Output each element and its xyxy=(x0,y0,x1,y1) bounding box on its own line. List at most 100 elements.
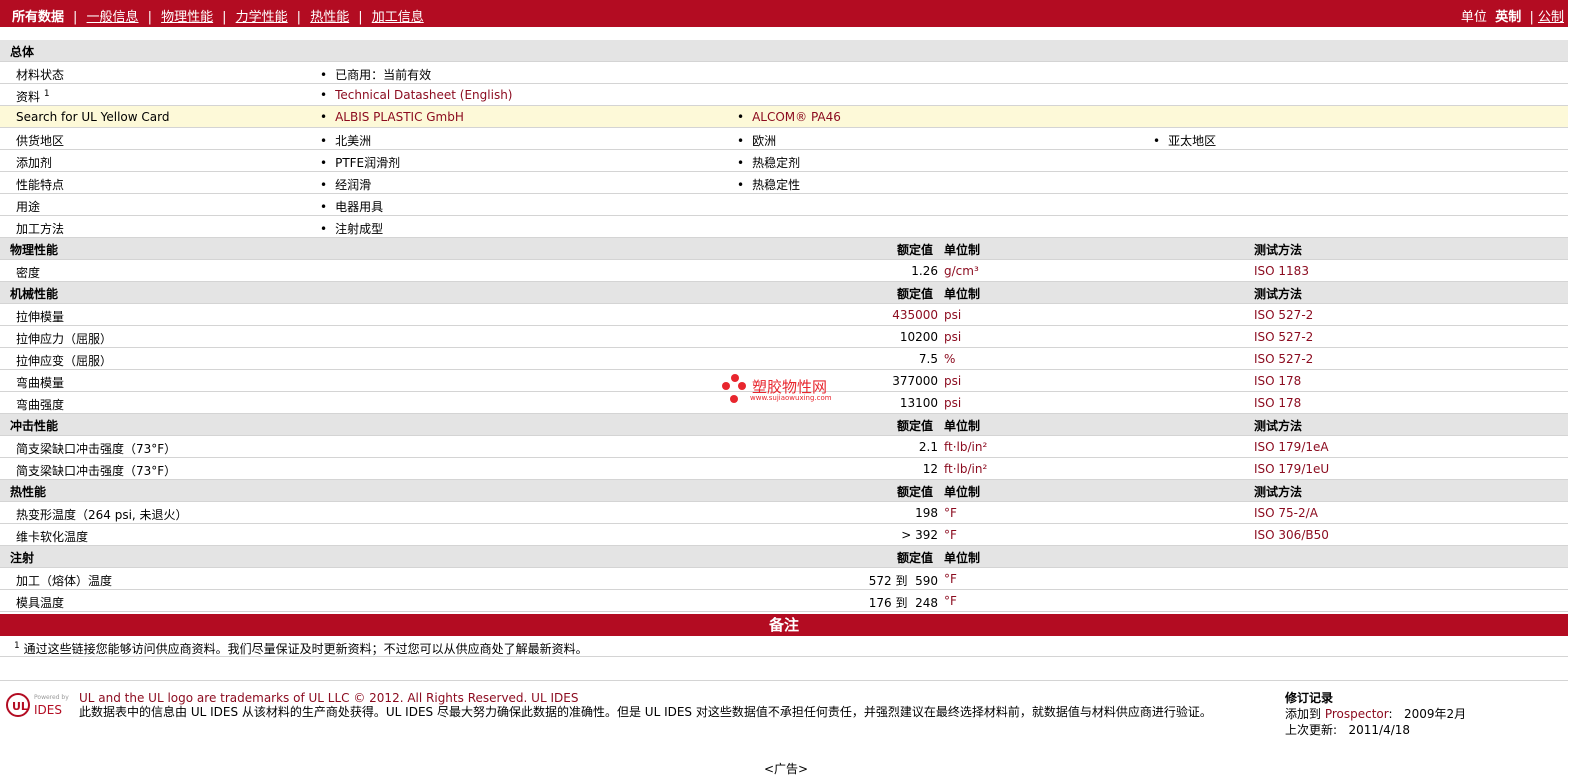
footnote: 1 通过这些链接您能够访问供应商资料。我们尽量保证及时更新资料；不过您可以从供应… xyxy=(14,640,588,657)
nav-mechanical[interactable]: 力学性能 xyxy=(236,10,288,25)
row-method[interactable]: ISO 179/1eA xyxy=(1254,440,1329,454)
disclaimer-text: 此数据表中的信息由 UL IDES 从该材料的生产商处获得。UL IDES 尽最… xyxy=(79,705,1212,719)
scroll-area xyxy=(1568,0,1583,784)
footnote-marker: 1 xyxy=(14,641,20,651)
row-unit[interactable]: ft·lb/in² xyxy=(944,440,987,454)
col-method: 测试方法 xyxy=(1254,243,1303,257)
section-title: 注射 xyxy=(10,551,35,565)
section-header-thermal: 热性能 额定值 单位制 测试方法 xyxy=(0,480,1568,502)
row-label: 资料 1 xyxy=(16,89,50,104)
row-unit[interactable]: % xyxy=(944,352,955,366)
row-unit[interactable]: ft·lb/in² xyxy=(944,462,987,476)
row-label: 模具温度 xyxy=(16,596,65,610)
section-header-injection: 注射 额定值 单位制 xyxy=(0,546,1568,568)
nav-thermal[interactable]: 热性能 xyxy=(310,10,349,25)
row-method[interactable]: ISO 306/B50 xyxy=(1254,528,1329,542)
section-title: 机械性能 xyxy=(10,287,59,301)
row-method[interactable]: ISO 1183 xyxy=(1254,264,1309,278)
col-unit: 单位制 xyxy=(944,287,981,301)
svg-text:IDES: IDES xyxy=(34,703,62,717)
unit-english[interactable]: 英制 xyxy=(1495,10,1521,25)
row-value: 377000 xyxy=(892,374,938,388)
row-method[interactable]: ISO 178 xyxy=(1254,396,1301,410)
table-row: 维卡软化温度 > 392 °F ISO 306/B50 xyxy=(0,524,1568,546)
row-unit[interactable]: psi xyxy=(944,396,961,410)
row-unit[interactable]: psi xyxy=(944,330,961,344)
row-unit[interactable]: °F xyxy=(944,506,957,520)
section-header-physical: 物理性能 额定值 单位制 测试方法 xyxy=(0,238,1568,260)
col-method: 测试方法 xyxy=(1254,419,1303,433)
section-header-mechanical: 机械性能 额定值 单位制 测试方法 xyxy=(0,282,1568,304)
row-value: 热稳定性 xyxy=(737,176,800,193)
col-rated: 额定值 xyxy=(897,243,934,257)
row-method[interactable]: ISO 527-2 xyxy=(1254,308,1313,322)
row-value: 13100 xyxy=(899,396,938,410)
watermark-dots-icon xyxy=(722,374,746,403)
datasheet-link[interactable]: Technical Datasheet (English) xyxy=(320,88,512,102)
row-value: 435000 xyxy=(892,308,938,322)
row-method[interactable]: ISO 178 xyxy=(1254,374,1301,388)
row-value: 176 到 248 xyxy=(868,596,938,610)
row-unit[interactable]: psi xyxy=(944,374,961,388)
col-unit: 单位制 xyxy=(944,485,981,499)
table-row: 用途 电器用具 xyxy=(0,194,1568,216)
footnote-text: 通过这些链接您能够访问供应商资料。我们尽量保证及时更新资料；不过您可以从供应商处… xyxy=(23,642,588,656)
row-label: 拉伸模量 xyxy=(16,310,65,324)
row-unit[interactable]: °F xyxy=(944,594,957,608)
row-method[interactable]: ISO 527-2 xyxy=(1254,352,1313,366)
nav-processing[interactable]: 加工信息 xyxy=(372,10,424,25)
revision-history: 修订记录 添加到 Prospector: 2009年2月 上次更新: 2011/… xyxy=(1285,690,1466,738)
table-row: 拉伸模量 435000 psi ISO 527-2 xyxy=(0,304,1568,326)
row-unit[interactable]: psi xyxy=(944,308,961,322)
nav-general-info[interactable]: 一般信息 xyxy=(87,10,139,25)
row-label: 维卡软化温度 xyxy=(16,530,89,544)
added-row: 添加到 Prospector: 2009年2月 xyxy=(1285,707,1467,721)
section-title: 总体 xyxy=(10,45,35,59)
col-method: 测试方法 xyxy=(1254,287,1303,301)
ul-ides-logo[interactable]: UL Powered by IDES xyxy=(6,690,70,720)
table-row: 简支梁缺口冲击强度（73°F） 12 ft·lb/in² ISO 179/1eU xyxy=(0,458,1568,480)
row-unit[interactable]: °F xyxy=(944,572,957,586)
row-value: 经润滑 xyxy=(320,176,371,193)
supplier-link[interactable]: ALBIS PLASTIC GmbH xyxy=(320,110,464,124)
col-unit: 单位制 xyxy=(944,419,981,433)
row-value: 198 xyxy=(915,506,938,520)
table-row: 添加剂 PTFE润滑剂 热稳定剂 xyxy=(0,150,1568,172)
watermark-url: www.sujiaowuxing.com xyxy=(750,394,832,402)
row-label: Search for UL Yellow Card xyxy=(16,110,170,124)
col-unit: 单位制 xyxy=(944,551,981,565)
prospector-link[interactable]: Prospector xyxy=(1325,707,1389,721)
nav-all-data[interactable]: 所有数据 xyxy=(12,10,64,25)
row-label: 简支梁缺口冲击强度（73°F） xyxy=(16,464,177,478)
product-link[interactable]: ALCOM® PA46 xyxy=(737,110,841,124)
col-rated: 额定值 xyxy=(897,551,934,565)
copyright-line[interactable]: UL and the UL logo are trademarks of UL … xyxy=(79,691,1259,705)
row-method[interactable]: ISO 179/1eU xyxy=(1254,462,1329,476)
row-method[interactable]: ISO 527-2 xyxy=(1254,330,1313,344)
row-label: 加工方法 xyxy=(16,222,65,236)
section-title: 物理性能 xyxy=(10,243,59,257)
row-value: PTFE润滑剂 xyxy=(320,154,400,171)
row-label: 简支梁缺口冲击强度（73°F） xyxy=(16,442,177,456)
row-unit[interactable]: °F xyxy=(944,528,957,542)
row-label: 热变形温度（264 psi, 未退火） xyxy=(16,508,188,522)
row-label: 性能特点 xyxy=(16,178,65,192)
table-row: 简支梁缺口冲击强度（73°F） 2.1 ft·lb/in² ISO 179/1e… xyxy=(0,436,1568,458)
row-value: 1.26 xyxy=(911,264,938,278)
section-title: 热性能 xyxy=(10,485,47,499)
table-row: 模具温度 176 到 248 °F xyxy=(0,590,1568,612)
section-title: 冲击性能 xyxy=(10,419,59,433)
row-label: 拉伸应力（屈服） xyxy=(16,332,113,346)
row-unit[interactable]: g/cm³ xyxy=(944,264,979,278)
row-label: 密度 xyxy=(16,266,41,280)
table-row: 密度 1.26 g/cm³ ISO 1183 xyxy=(0,260,1568,282)
notes-header: 备注 xyxy=(0,614,1568,636)
footnote-ref[interactable]: 1 xyxy=(44,89,50,99)
col-rated: 额定值 xyxy=(897,419,934,433)
table-row: 热变形温度（264 psi, 未退火） 198 °F ISO 75-2/A xyxy=(0,502,1568,524)
row-label: 材料状态 xyxy=(16,68,65,82)
nav-physical[interactable]: 物理性能 xyxy=(161,10,213,25)
row-value: 10200 xyxy=(899,330,938,344)
unit-metric[interactable]: 公制 xyxy=(1538,10,1564,25)
row-method[interactable]: ISO 75-2/A xyxy=(1254,506,1318,520)
